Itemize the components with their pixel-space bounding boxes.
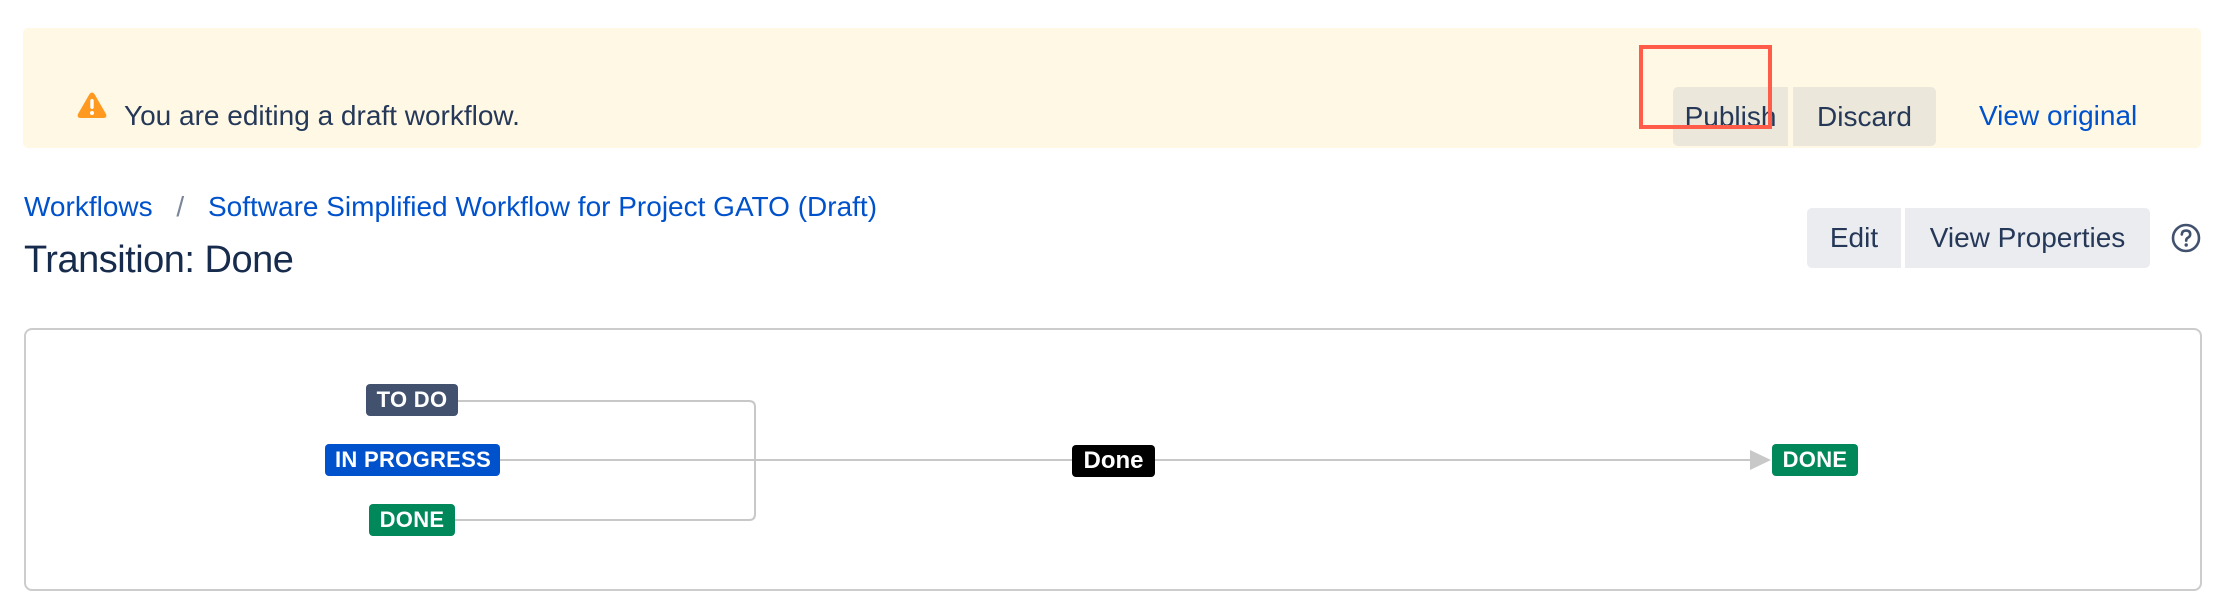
banner-actions: Publish Discard View original <box>23 28 2201 148</box>
status-lozenge-in-progress: IN PROGRESS <box>325 444 500 476</box>
help-icon[interactable] <box>2170 222 2202 254</box>
breadcrumb-workflows-link[interactable]: Workflows <box>24 191 153 222</box>
status-lozenge-done-target: DONE <box>1772 444 1858 476</box>
breadcrumb-separator: / <box>176 191 185 222</box>
view-properties-button[interactable]: View Properties <box>1905 208 2150 268</box>
status-lozenge-todo: TO DO <box>366 384 458 416</box>
edit-button[interactable]: Edit <box>1807 208 1901 268</box>
publish-button[interactable]: Publish <box>1673 87 1788 146</box>
transition-label[interactable]: Done <box>1072 445 1155 477</box>
status-lozenge-done-source: DONE <box>369 504 455 536</box>
breadcrumb-workflow-link[interactable]: Software Simplified Workflow for Project… <box>208 191 877 222</box>
view-original-link[interactable]: View original <box>1979 98 2137 134</box>
page-title: Transition: Done <box>24 239 294 281</box>
breadcrumb: Workflows / Software Simplified Workflow… <box>24 189 877 225</box>
discard-button[interactable]: Discard <box>1793 87 1936 146</box>
